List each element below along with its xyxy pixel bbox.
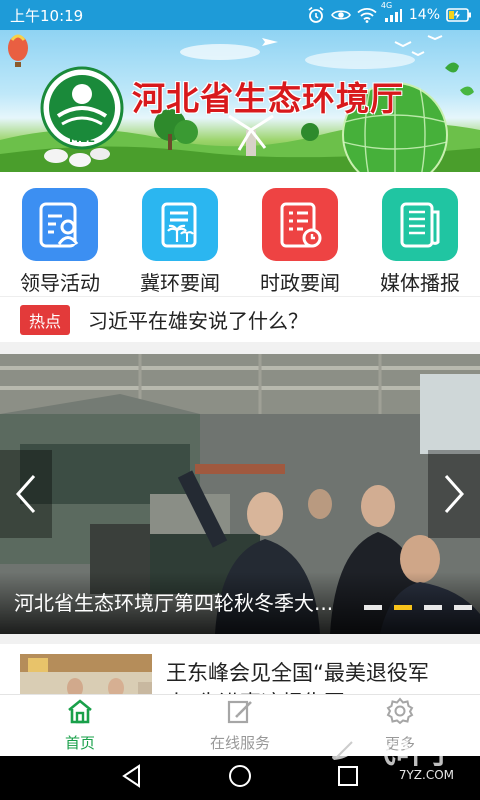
hot-news-bar[interactable]: 热点 习近平在雄安说了什么？ bbox=[0, 296, 480, 342]
hot-news-text[interactable]: 习近平在雄安说了什么？ bbox=[88, 305, 308, 334]
mee-logo: MEE bbox=[40, 66, 124, 154]
leader-activity-icon bbox=[22, 188, 98, 261]
news-list-item[interactable]: 王东峰会见全国“最美退役军人”先进事迹报告团 bbox=[0, 634, 480, 694]
quick-nav-politics-news[interactable]: 时政要闻 bbox=[240, 172, 360, 296]
tab-label: 在线服务 bbox=[209, 734, 270, 752]
quick-nav-label: 冀环要闻 bbox=[140, 271, 220, 295]
signal-icon: 4G bbox=[381, 1, 403, 23]
header-banner: MEE 河北省生态环境厅 bbox=[0, 30, 480, 172]
carousel-prev-button[interactable] bbox=[0, 450, 52, 538]
carousel-dot[interactable] bbox=[454, 605, 472, 610]
home-circle-icon[interactable] bbox=[227, 763, 253, 793]
watermark-text: 飞叶子 bbox=[366, 736, 456, 771]
screen: 上午10:19 4G 14% MEE 河北省生态环境厅 领导活动 冀环要闻 时政… bbox=[0, 0, 480, 800]
news-carousel[interactable]: 河北省生态环境厅第四轮秋冬季大... bbox=[0, 354, 480, 634]
quick-nav: 领导活动 冀环要闻 时政要闻 媒体播报 bbox=[0, 172, 480, 296]
news-title: 王东峰会见全国“最美退役军人”先进事迹报告团 bbox=[166, 661, 429, 694]
news-thumbnail bbox=[20, 654, 152, 694]
chevron-left-icon bbox=[15, 475, 36, 513]
alarm-icon bbox=[307, 6, 325, 24]
battery-icon bbox=[446, 8, 472, 22]
tab-label: 首页 bbox=[64, 734, 95, 752]
tab-home[interactable]: 首页 bbox=[0, 695, 160, 756]
hebei-news-icon bbox=[142, 188, 218, 261]
wifi-icon bbox=[357, 7, 377, 23]
status-bar: 上午10:19 4G 14% bbox=[0, 0, 480, 30]
battery-percent: 14% bbox=[408, 7, 440, 23]
network-type: 4G bbox=[380, 1, 393, 10]
edit-icon bbox=[226, 698, 254, 728]
quick-nav-label: 时政要闻 bbox=[260, 271, 340, 295]
quick-nav-label: 媒体播报 bbox=[380, 271, 460, 295]
status-time: 上午10:19 bbox=[10, 6, 84, 25]
status-icons: 4G 14% bbox=[307, 1, 472, 24]
logo-text: MEE bbox=[69, 132, 95, 145]
home-icon bbox=[66, 698, 94, 728]
section-divider bbox=[0, 342, 480, 354]
quick-nav-media-report[interactable]: 媒体播报 bbox=[360, 172, 480, 296]
page-title: 河北省生态环境厅 bbox=[132, 79, 404, 118]
carousel-caption[interactable]: 河北省生态环境厅第四轮秋冬季大... bbox=[14, 587, 333, 616]
politics-news-icon bbox=[262, 188, 338, 261]
watermark: 飞叶子 7YZ.COM bbox=[318, 722, 468, 786]
carousel-dot-active[interactable] bbox=[394, 605, 412, 610]
media-report-icon bbox=[382, 188, 458, 261]
hot-badge: 热点 bbox=[20, 304, 71, 335]
chevron-right-icon bbox=[444, 475, 465, 513]
eye-icon bbox=[330, 8, 351, 22]
quick-nav-hebei-news[interactable]: 冀环要闻 bbox=[120, 172, 240, 296]
carousel-next-button[interactable] bbox=[428, 450, 480, 538]
quick-nav-label: 领导活动 bbox=[20, 271, 100, 295]
quick-nav-leader-activity[interactable]: 领导活动 bbox=[0, 172, 120, 296]
carousel-indicator bbox=[364, 605, 472, 610]
carousel-dot[interactable] bbox=[364, 605, 382, 610]
carousel-dot[interactable] bbox=[424, 605, 442, 610]
tab-online-service[interactable]: 在线服务 bbox=[160, 695, 320, 756]
leaf-logo-icon bbox=[332, 734, 360, 760]
watermark-url: 7YZ.COM bbox=[398, 768, 454, 782]
back-icon[interactable] bbox=[119, 763, 145, 793]
